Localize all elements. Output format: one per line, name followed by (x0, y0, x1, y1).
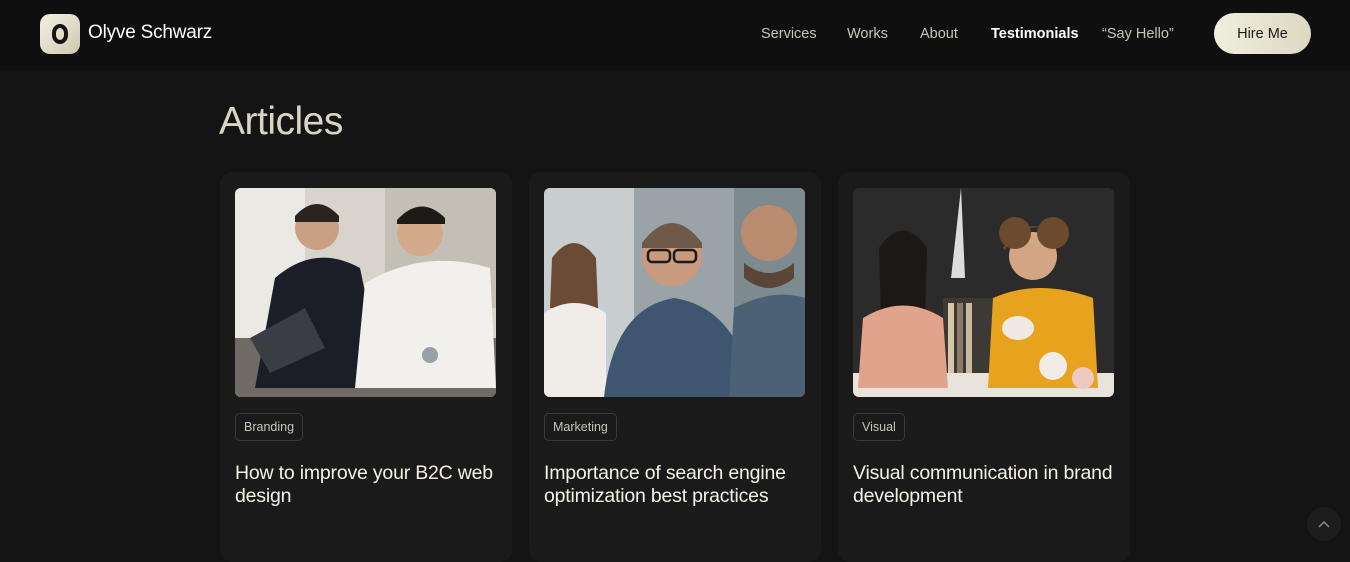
nav-link-about[interactable]: About (920, 26, 958, 42)
article-title[interactable]: How to improve your B2C web design (235, 462, 500, 508)
top-navigation-bar: Olyve Schwarz Services Works About Testi… (0, 0, 1350, 70)
brand-name[interactable]: Olyve Schwarz (88, 22, 212, 44)
article-card[interactable]: Marketing Importance of search engine op… (529, 172, 821, 562)
nav-link-services[interactable]: Services (761, 26, 817, 42)
article-image[interactable] (235, 188, 496, 397)
chevron-up-icon (1318, 520, 1330, 528)
article-title[interactable]: Visual communication in brand developmen… (853, 462, 1118, 508)
nav-link-say-hello[interactable]: “Say Hello” (1102, 26, 1174, 42)
nav-link-works[interactable]: Works (847, 26, 888, 42)
category-tag[interactable]: Marketing (544, 413, 617, 441)
hire-me-button[interactable]: Hire Me (1214, 13, 1311, 54)
article-title[interactable]: Importance of search engine optimization… (544, 462, 809, 508)
section-title: Articles (219, 100, 343, 143)
article-card[interactable]: Visual Visual communication in brand dev… (838, 172, 1130, 562)
category-tag[interactable]: Branding (235, 413, 304, 441)
logo-icon[interactable] (40, 14, 80, 54)
nav-link-testimonials[interactable]: Testimonials (991, 26, 1079, 42)
article-card[interactable]: Branding How to improve your B2C web des… (220, 172, 512, 562)
category-tag[interactable]: Visual (853, 413, 905, 441)
article-image[interactable] (544, 188, 805, 397)
scroll-to-top-button[interactable] (1307, 507, 1341, 541)
article-image[interactable] (853, 188, 1114, 397)
